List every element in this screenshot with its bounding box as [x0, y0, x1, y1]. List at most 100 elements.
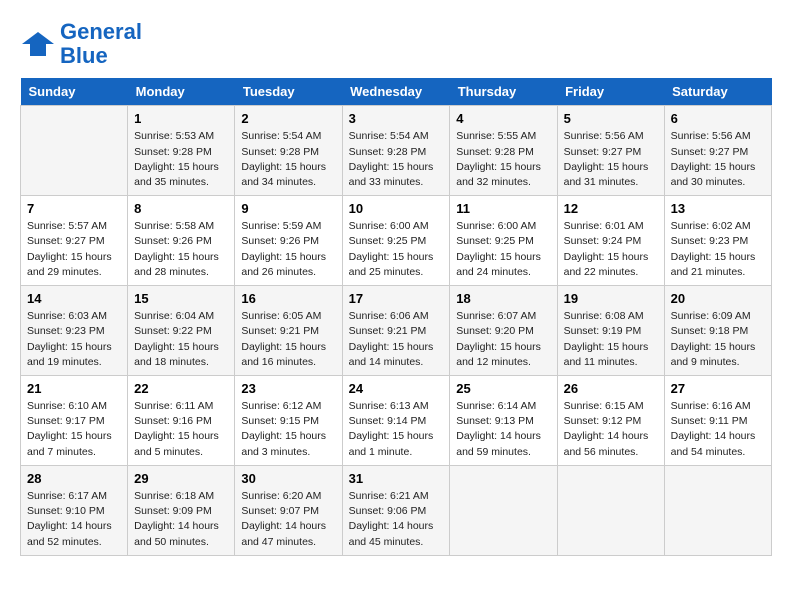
day-number: 28	[27, 471, 121, 486]
day-content: Sunrise: 6:12 AM Sunset: 9:15 PM Dayligh…	[241, 399, 335, 460]
day-number: 17	[349, 291, 444, 306]
day-content: Sunrise: 6:03 AM Sunset: 9:23 PM Dayligh…	[27, 309, 121, 370]
day-number: 27	[671, 381, 765, 396]
day-content: Sunrise: 6:00 AM Sunset: 9:25 PM Dayligh…	[456, 219, 550, 280]
day-number: 26	[564, 381, 658, 396]
calendar-cell: 25Sunrise: 6:14 AM Sunset: 9:13 PM Dayli…	[450, 376, 557, 466]
day-number: 5	[564, 111, 658, 126]
calendar-cell: 4 Sunrise: 5:55 AM Sunset: 9:28 PM Daylig…	[450, 106, 557, 196]
day-number: 9	[241, 201, 335, 216]
day-content: Sunrise: 6:01 AM Sunset: 9:24 PM Dayligh…	[564, 219, 658, 280]
day-content: Sunrise: 6:04 AM Sunset: 9:22 PM Dayligh…	[134, 309, 228, 370]
day-content: Sunrise: 6:02 AM Sunset: 9:23 PM Dayligh…	[671, 219, 765, 280]
logo: GeneralBlue	[20, 20, 142, 68]
day-content: Sunrise: 6:06 AM Sunset: 9:21 PM Dayligh…	[349, 309, 444, 370]
day-number: 8	[134, 201, 228, 216]
calendar-cell: 27Sunrise: 6:16 AM Sunset: 9:11 PM Dayli…	[664, 376, 771, 466]
day-content: Sunrise: 6:11 AM Sunset: 9:16 PM Dayligh…	[134, 399, 228, 460]
calendar-header-row: SundayMondayTuesdayWednesdayThursdayFrid…	[21, 78, 772, 106]
calendar-cell: 29 Sunrise: 6:18 AM Sunset: 9:09 PM Dayli…	[128, 465, 235, 555]
day-number: 18	[456, 291, 550, 306]
logo-icon	[20, 30, 56, 58]
calendar-cell	[21, 106, 128, 196]
calendar-cell: 5 Sunrise: 5:56 AM Sunset: 9:27 PM Daylig…	[557, 106, 664, 196]
calendar-cell: 9 Sunrise: 5:59 AM Sunset: 9:26 PM Daylig…	[235, 196, 342, 286]
calendar-cell: 11 Sunrise: 6:00 AM Sunset: 9:25 PM Dayli…	[450, 196, 557, 286]
calendar-cell	[664, 465, 771, 555]
day-content: Sunrise: 5:56 AM Sunset: 9:27 PM Dayligh…	[671, 129, 765, 190]
column-header-friday: Friday	[557, 78, 664, 106]
calendar-cell: 30Sunrise: 6:20 AM Sunset: 9:07 PM Dayli…	[235, 465, 342, 555]
day-number: 11	[456, 201, 550, 216]
day-number: 29	[134, 471, 228, 486]
day-content: Sunrise: 5:58 AM Sunset: 9:26 PM Dayligh…	[134, 219, 228, 280]
day-number: 12	[564, 201, 658, 216]
day-content: Sunrise: 6:05 AM Sunset: 9:21 PM Dayligh…	[241, 309, 335, 370]
day-content: Sunrise: 5:54 AM Sunset: 9:28 PM Dayligh…	[349, 129, 444, 190]
calendar-cell: 28Sunrise: 6:17 AM Sunset: 9:10 PM Dayli…	[21, 465, 128, 555]
week-row-3: 14 Sunrise: 6:03 AM Sunset: 9:23 PM Dayli…	[21, 286, 772, 376]
calendar-cell: 13 Sunrise: 6:02 AM Sunset: 9:23 PM Dayli…	[664, 196, 771, 286]
calendar-cell	[557, 465, 664, 555]
day-number: 30	[241, 471, 335, 486]
day-number: 21	[27, 381, 121, 396]
day-content: Sunrise: 5:54 AM Sunset: 9:28 PM Dayligh…	[241, 129, 335, 190]
day-number: 15	[134, 291, 228, 306]
day-number: 20	[671, 291, 765, 306]
week-row-4: 21 Sunrise: 6:10 AM Sunset: 9:17 PM Dayli…	[21, 376, 772, 466]
column-header-wednesday: Wednesday	[342, 78, 450, 106]
day-content: Sunrise: 6:15 AM Sunset: 9:12 PM Dayligh…	[564, 399, 658, 460]
day-content: Sunrise: 6:08 AM Sunset: 9:19 PM Dayligh…	[564, 309, 658, 370]
day-number: 19	[564, 291, 658, 306]
day-content: Sunrise: 6:00 AM Sunset: 9:25 PM Dayligh…	[349, 219, 444, 280]
day-content: Sunrise: 6:07 AM Sunset: 9:20 PM Dayligh…	[456, 309, 550, 370]
week-row-1: 1 Sunrise: 5:53 AM Sunset: 9:28 PM Daylig…	[21, 106, 772, 196]
calendar-cell: 20 Sunrise: 6:09 AM Sunset: 9:18 PM Dayli…	[664, 286, 771, 376]
calendar-cell: 21 Sunrise: 6:10 AM Sunset: 9:17 PM Dayli…	[21, 376, 128, 466]
day-content: Sunrise: 6:13 AM Sunset: 9:14 PM Dayligh…	[349, 399, 444, 460]
calendar-cell: 23 Sunrise: 6:12 AM Sunset: 9:15 PM Dayli…	[235, 376, 342, 466]
calendar-table: SundayMondayTuesdayWednesdayThursdayFrid…	[20, 78, 772, 555]
day-number: 6	[671, 111, 765, 126]
calendar-cell: 2 Sunrise: 5:54 AM Sunset: 9:28 PM Daylig…	[235, 106, 342, 196]
day-number: 1	[134, 111, 228, 126]
day-number: 13	[671, 201, 765, 216]
day-number: 31	[349, 471, 444, 486]
calendar-cell	[450, 465, 557, 555]
day-content: Sunrise: 6:10 AM Sunset: 9:17 PM Dayligh…	[27, 399, 121, 460]
calendar-cell: 18 Sunrise: 6:07 AM Sunset: 9:20 PM Dayli…	[450, 286, 557, 376]
day-content: Sunrise: 6:21 AM Sunset: 9:06 PM Dayligh…	[349, 489, 444, 550]
calendar-cell: 6 Sunrise: 5:56 AM Sunset: 9:27 PM Daylig…	[664, 106, 771, 196]
week-row-5: 28Sunrise: 6:17 AM Sunset: 9:10 PM Dayli…	[21, 465, 772, 555]
day-number: 7	[27, 201, 121, 216]
day-number: 25	[456, 381, 550, 396]
day-content: Sunrise: 5:55 AM Sunset: 9:28 PM Dayligh…	[456, 129, 550, 190]
day-number: 2	[241, 111, 335, 126]
day-content: Sunrise: 5:56 AM Sunset: 9:27 PM Dayligh…	[564, 129, 658, 190]
calendar-cell: 16Sunrise: 6:05 AM Sunset: 9:21 PM Dayli…	[235, 286, 342, 376]
logo-text: GeneralBlue	[60, 20, 142, 68]
page-header: GeneralBlue	[20, 20, 772, 68]
day-number: 23	[241, 381, 335, 396]
day-number: 14	[27, 291, 121, 306]
day-content: Sunrise: 6:09 AM Sunset: 9:18 PM Dayligh…	[671, 309, 765, 370]
calendar-cell: 26 Sunrise: 6:15 AM Sunset: 9:12 PM Dayli…	[557, 376, 664, 466]
day-content: Sunrise: 5:57 AM Sunset: 9:27 PM Dayligh…	[27, 219, 121, 280]
calendar-cell: 12 Sunrise: 6:01 AM Sunset: 9:24 PM Dayli…	[557, 196, 664, 286]
day-number: 4	[456, 111, 550, 126]
day-content: Sunrise: 6:18 AM Sunset: 9:09 PM Dayligh…	[134, 489, 228, 550]
calendar-cell: 8 Sunrise: 5:58 AM Sunset: 9:26 PM Daylig…	[128, 196, 235, 286]
week-row-2: 7 Sunrise: 5:57 AM Sunset: 9:27 PM Daylig…	[21, 196, 772, 286]
day-content: Sunrise: 5:53 AM Sunset: 9:28 PM Dayligh…	[134, 129, 228, 190]
day-content: Sunrise: 5:59 AM Sunset: 9:26 PM Dayligh…	[241, 219, 335, 280]
day-number: 10	[349, 201, 444, 216]
calendar-cell: 15 Sunrise: 6:04 AM Sunset: 9:22 PM Dayli…	[128, 286, 235, 376]
calendar-cell: 31 Sunrise: 6:21 AM Sunset: 9:06 PM Dayli…	[342, 465, 450, 555]
column-header-thursday: Thursday	[450, 78, 557, 106]
column-header-tuesday: Tuesday	[235, 78, 342, 106]
column-header-sunday: Sunday	[21, 78, 128, 106]
calendar-cell: 1 Sunrise: 5:53 AM Sunset: 9:28 PM Daylig…	[128, 106, 235, 196]
calendar-cell: 17 Sunrise: 6:06 AM Sunset: 9:21 PM Dayli…	[342, 286, 450, 376]
calendar-cell: 14 Sunrise: 6:03 AM Sunset: 9:23 PM Dayli…	[21, 286, 128, 376]
day-number: 22	[134, 381, 228, 396]
